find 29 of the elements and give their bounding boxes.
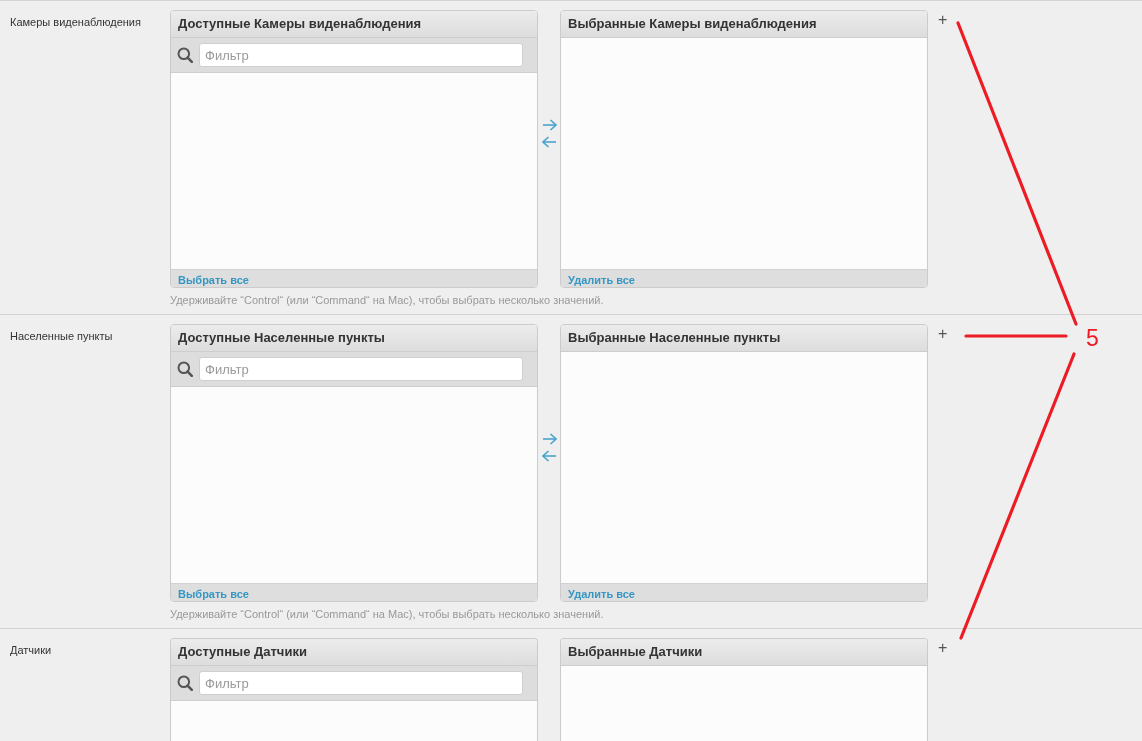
panel-title: Доступные Датчики [171, 639, 537, 666]
add-link[interactable]: + [938, 11, 948, 29]
panel-title: Выбранные Датчики [561, 639, 927, 666]
search-icon [177, 47, 193, 63]
arrow-right-icon[interactable] [541, 433, 557, 445]
filter-input[interactable]: Фильтр [199, 671, 523, 695]
search-icon [177, 361, 193, 377]
add-link[interactable]: + [938, 325, 948, 343]
field-label: Населенные пункты [10, 330, 114, 343]
arrow-right-icon[interactable] [541, 119, 557, 131]
help-text: Удерживайте “Control“ (или “Command“ на Mac), чтобы выбрать несколько значений. [170, 608, 605, 621]
field-label: Датчики [10, 644, 53, 657]
panel-title: Доступные Камеры виденаблюдения [171, 11, 537, 38]
remove-all-link[interactable]: Удалить все [568, 588, 635, 600]
search-icon [177, 675, 193, 691]
field-label: Камеры виденаблюдения [10, 16, 142, 29]
arrow-left-icon[interactable] [541, 450, 557, 462]
panel-title: Доступные Населенные пункты [171, 325, 537, 352]
select-all-link[interactable]: Выбрать все [178, 274, 249, 286]
select-all-link[interactable]: Выбрать все [178, 588, 249, 600]
help-text: Удерживайте “Control“ (или “Command“ на Mac), чтобы выбрать несколько значений. [170, 294, 605, 307]
annotation-number: 5 [1086, 327, 1099, 350]
filter-input[interactable]: Фильтр [199, 43, 523, 67]
add-link[interactable]: + [938, 639, 948, 657]
remove-all-link[interactable]: Удалить все [568, 274, 635, 286]
arrow-left-icon[interactable] [541, 136, 557, 148]
panel-title: Выбранные Камеры виденаблюдения [561, 11, 927, 38]
filter-input[interactable]: Фильтр [199, 357, 523, 381]
panel-title: Выбранные Населенные пункты [561, 325, 927, 352]
